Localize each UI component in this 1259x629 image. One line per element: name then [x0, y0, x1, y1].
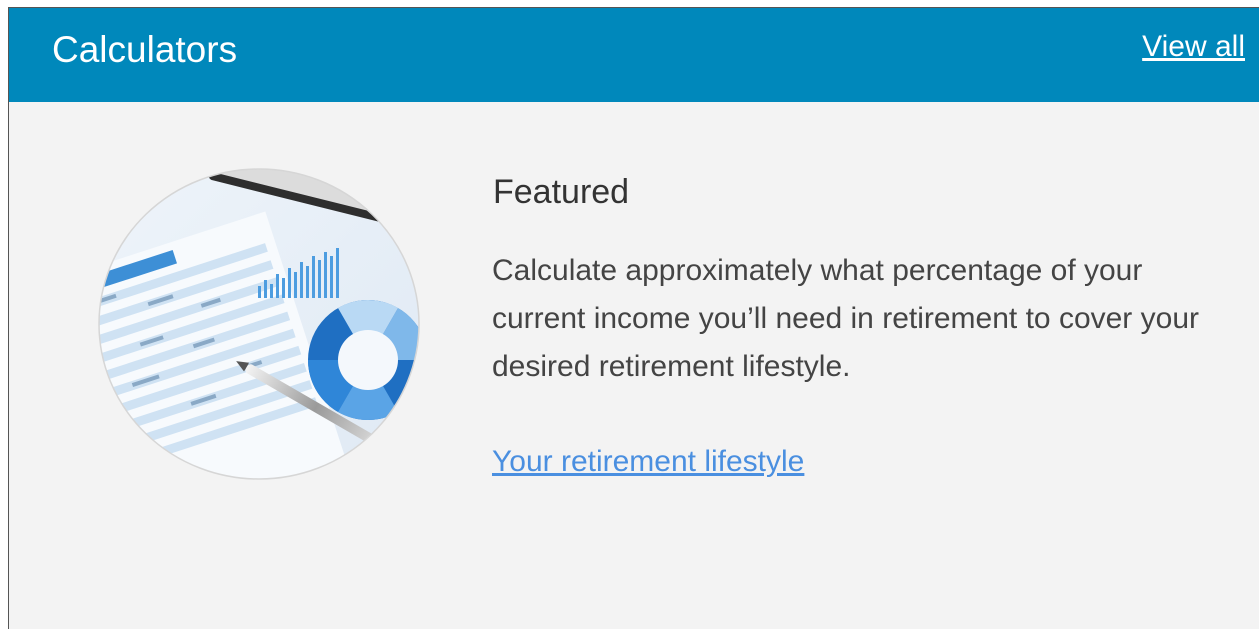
featured-description: Calculate approximately what percentage … — [492, 254, 1199, 383]
calculators-panel: Calculators View all Featured Calculate … — [8, 7, 1259, 629]
view-all-link[interactable]: View all — [1142, 27, 1245, 67]
retirement-lifestyle-link[interactable]: Your retirement lifestyle — [492, 442, 804, 482]
featured-heading: Featured — [493, 173, 630, 211]
featured-image — [98, 168, 420, 480]
panel-header: Calculators View all — [9, 8, 1259, 102]
panel-title: Calculators — [52, 29, 238, 70]
